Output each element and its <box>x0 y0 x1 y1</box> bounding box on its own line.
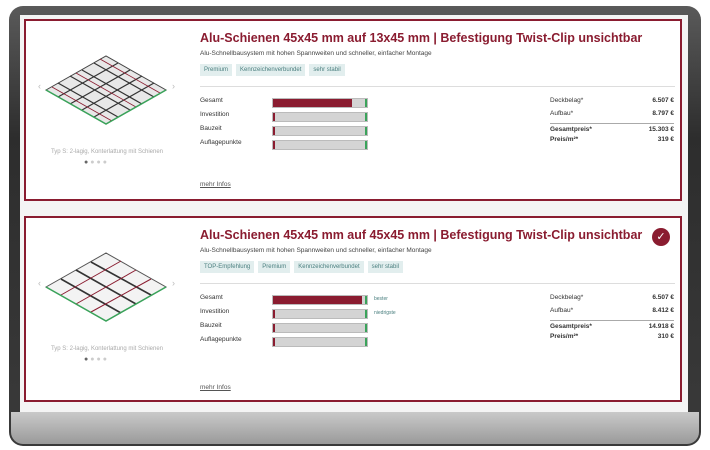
metric-label: Bauzeit <box>200 322 222 329</box>
rating-metrics: Gesamt Investition Bauzeit Auflagepunkte <box>200 97 440 153</box>
price-summary: Deckbelag* 6.507 € Aufbau* 8.412 € Gesamtp… <box>550 294 674 346</box>
product-title[interactable]: Alu-Schienen 45x45 mm auf 45x45 mm | Bef… <box>200 228 642 242</box>
price-label: Gesamtpreis* <box>550 126 592 133</box>
price-label: Preis/m²* <box>550 136 579 143</box>
metric-note: niedrigste <box>374 310 396 316</box>
metric-row: Gesamt bester <box>200 294 440 308</box>
metric-note: bester <box>374 296 388 302</box>
tag: Premium <box>258 261 291 273</box>
more-info-link[interactable]: mehr Infos <box>200 181 231 188</box>
price-label: Preis/m²* <box>550 333 579 340</box>
carousel-dots[interactable]: ●●●● <box>84 356 109 363</box>
metric-bar <box>272 112 368 122</box>
tag: Kennzeichenverbundet <box>294 261 364 273</box>
price-value: 8.797 € <box>652 110 674 117</box>
tag: TOP-Empfehlung <box>200 261 255 273</box>
total-price-row: Gesamtpreis* 14.918 € <box>550 320 674 333</box>
price-value: 319 € <box>657 136 674 143</box>
tag: sehr stabil <box>309 64 345 76</box>
more-info-link[interactable]: mehr Infos <box>200 384 231 391</box>
product-subtitle: Alu-Schnellbausystem mit hohen Spannweit… <box>200 247 432 254</box>
price-value: 15.303 € <box>648 126 674 133</box>
price-row: Preis/m²* 310 € <box>550 333 674 346</box>
price-label: Deckbelag* <box>550 294 584 301</box>
metric-label: Investition <box>200 111 230 118</box>
check-icon[interactable]: ✓ <box>652 228 670 246</box>
metric-label: Investition <box>200 308 230 315</box>
monitor-base <box>11 412 699 444</box>
price-row: Preis/m²* 319 € <box>550 136 674 149</box>
carousel-dots[interactable]: ●●●● <box>84 159 109 166</box>
product-image[interactable] <box>36 35 176 145</box>
price-value: 8.412 € <box>652 307 674 314</box>
tag: Kennzeichenverbundet <box>236 64 306 76</box>
tag-list: Premium Kennzeichenverbundet sehr stabil <box>200 64 345 76</box>
divider <box>200 283 675 284</box>
total-price-row: Gesamtpreis* 15.303 € <box>550 123 674 136</box>
price-summary: Deckbelag* 6.507 € Aufbau* 8.797 € Gesamtp… <box>550 97 674 149</box>
tag-list: TOP-Empfehlung Premium Kennzeichenverbun… <box>200 261 404 273</box>
metric-label: Auflagepunkte <box>200 139 242 146</box>
chevron-left-icon[interactable]: ‹ <box>38 278 41 288</box>
metric-label: Bauzeit <box>200 125 222 132</box>
metric-bar <box>272 309 368 319</box>
price-row: Deckbelag* 6.507 € <box>550 294 674 307</box>
metric-row: Bauzeit <box>200 125 440 139</box>
metric-bar <box>272 295 368 305</box>
price-label: Gesamtpreis* <box>550 323 592 330</box>
chevron-right-icon[interactable]: › <box>172 81 175 91</box>
product-image[interactable] <box>36 232 176 342</box>
price-value: 6.507 € <box>652 294 674 301</box>
image-caption: Typ S: 2-lagig, Konterlattung mit Schien… <box>50 346 164 352</box>
metric-label: Gesamt <box>200 97 223 104</box>
product-card-selected[interactable]: ‹ › Typ S: 2-lagig, Konterlattung mit Sc… <box>24 216 682 402</box>
metric-row: Auflagepunkte <box>200 139 440 153</box>
price-label: Deckbelag* <box>550 97 584 104</box>
price-label: Aufbau* <box>550 307 574 314</box>
price-value: 310 € <box>657 333 674 340</box>
metric-row: Gesamt <box>200 97 440 111</box>
metric-bar <box>272 140 368 150</box>
chevron-left-icon[interactable]: ‹ <box>38 81 41 91</box>
metric-bar <box>272 126 368 136</box>
chevron-right-icon[interactable]: › <box>172 278 175 288</box>
price-value: 6.507 € <box>652 97 674 104</box>
tag: sehr stabil <box>367 261 404 273</box>
price-row: Deckbelag* 6.507 € <box>550 97 674 110</box>
metric-label: Auflagepunkte <box>200 336 242 343</box>
metric-bar <box>272 98 368 108</box>
price-value: 14.918 € <box>648 323 674 330</box>
image-caption: Typ S: 2-lagig, Konterlattung mit Schien… <box>50 149 164 155</box>
metric-label: Gesamt <box>200 294 223 301</box>
metric-row: Investition <box>200 111 440 125</box>
metric-row: Investition niedrigste <box>200 308 440 322</box>
product-title[interactable]: Alu-Schienen 45x45 mm auf 13x45 mm | Bef… <box>200 31 642 45</box>
metric-bar <box>272 337 368 347</box>
metric-row: Auflagepunkte <box>200 336 440 350</box>
price-label: Aufbau* <box>550 110 574 117</box>
price-row: Aufbau* 8.797 € <box>550 110 674 123</box>
price-row: Aufbau* 8.412 € <box>550 307 674 320</box>
metric-row: Bauzeit <box>200 322 440 336</box>
product-card[interactable]: ‹ › Typ S: 2-lagig, Konterlattung mit Sc… <box>24 19 682 201</box>
product-subtitle: Alu-Schnellbausystem mit hohen Spannweit… <box>200 50 432 57</box>
metric-bar <box>272 323 368 333</box>
screen: ‹ › Typ S: 2-lagig, Konterlattung mit Sc… <box>20 15 688 412</box>
tag: Premium <box>200 64 233 76</box>
rating-metrics: Gesamt bester Investition niedrigste Bau… <box>200 294 440 350</box>
divider <box>200 86 675 87</box>
